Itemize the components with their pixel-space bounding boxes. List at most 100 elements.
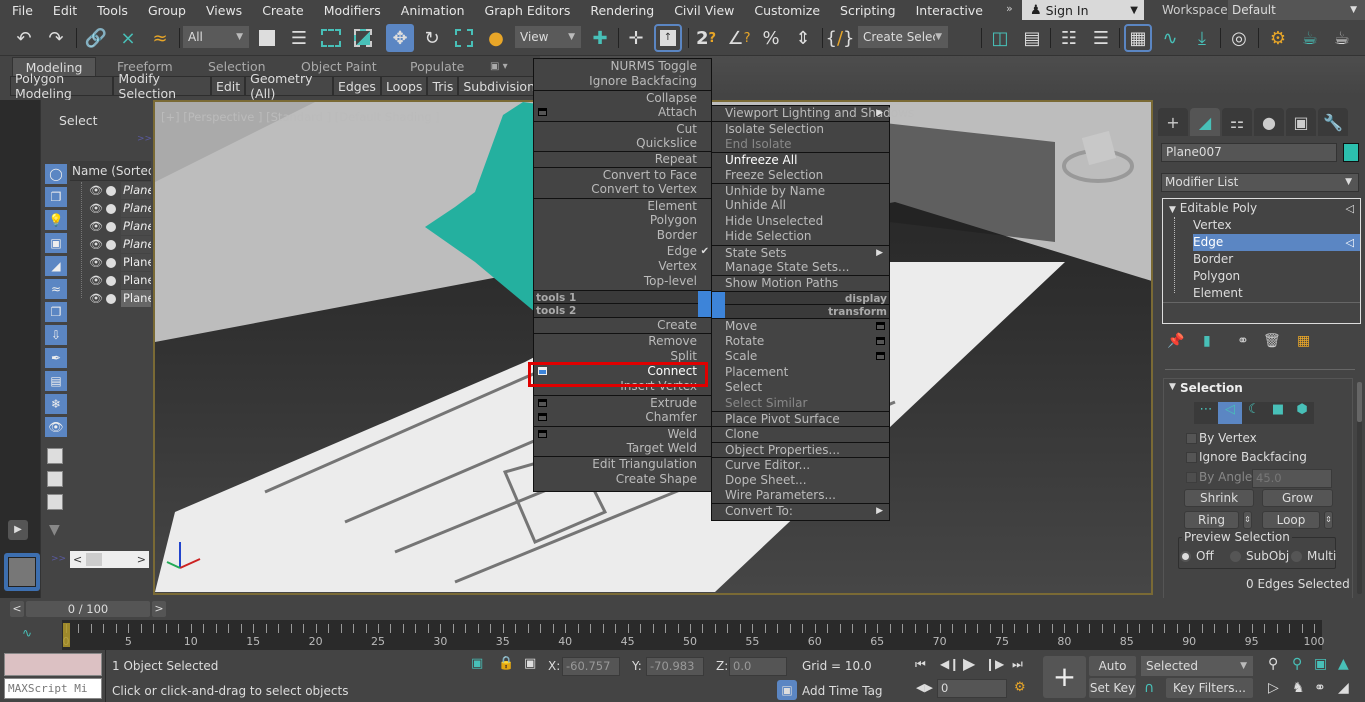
menu-customize[interactable]: Customize — [742, 3, 828, 18]
display-frozen-icon[interactable]: ❄ — [45, 394, 67, 414]
panel-modify-selection[interactable]: Modify Selection — [113, 71, 211, 101]
list-item[interactable]: 👁 Plane — [89, 272, 151, 289]
quad-menu-item-wire-parameters[interactable]: Wire Parameters... — [712, 488, 889, 503]
ribbon-toggle-icon[interactable]: ▦ — [1124, 24, 1152, 52]
display-geometry-icon[interactable]: ◯ — [45, 164, 67, 184]
quad-menu-item-collapse[interactable]: Collapse — [534, 89, 711, 105]
reference-coordinate-dropdown[interactable]: View ▼ — [515, 26, 581, 48]
quad-menu-item-show-motion-paths[interactable]: Show Motion Paths — [712, 275, 889, 290]
ring-spinner[interactable]: ⇕ — [1243, 511, 1252, 529]
stack-item-polygon[interactable]: Polygon — [1163, 268, 1360, 285]
key-mode-dropdown[interactable]: Selected ▼ — [1141, 656, 1253, 676]
menu-tools[interactable]: Tools — [85, 3, 136, 18]
object-name-field[interactable]: Plane007 — [1161, 143, 1337, 162]
panel-loops[interactable]: Loops — [380, 76, 428, 96]
quad-menu-item-create-shape[interactable]: Create Shape — [534, 472, 711, 487]
polygon-level-icon[interactable]: ■ — [1266, 402, 1290, 424]
list-item[interactable]: 👁 Plane — [89, 254, 151, 271]
menu-create[interactable]: Create — [250, 3, 312, 18]
quad-menu-item-freeze-selection[interactable]: Freeze Selection — [712, 168, 889, 183]
percent-snap-icon[interactable]: % — [757, 24, 785, 52]
maxscript-mini-listener[interactable]: MAXScript Mi — [4, 678, 102, 699]
add-time-tag-icon[interactable]: ▣ — [777, 680, 797, 700]
panel-scrollbar[interactable] — [1357, 382, 1362, 594]
layer-explorer-icon[interactable]: ☰ — [1087, 24, 1115, 52]
current-frame-spinner[interactable]: 0 — [937, 679, 1007, 698]
grow-button[interactable]: Grow — [1262, 489, 1333, 507]
select-and-rotate-icon[interactable]: ↻ — [418, 24, 446, 52]
quad-menu-item-curve-editor[interactable]: Curve Editor... — [712, 457, 889, 472]
freeze-icon[interactable] — [106, 293, 116, 304]
quad-menu-item-end-isolate[interactable]: End Isolate — [712, 137, 889, 152]
menu-modifiers[interactable]: Modifiers — [312, 3, 389, 18]
quad-menu-item-select-similar[interactable]: Select Similar — [712, 396, 889, 411]
render-production-icon[interactable]: ☕ — [1328, 24, 1356, 52]
y-coordinate-field[interactable]: -70.983 — [646, 657, 704, 676]
loop-button[interactable]: Loop — [1262, 511, 1320, 529]
ring-button[interactable]: Ring — [1184, 511, 1239, 529]
panel-edges[interactable]: Edges — [332, 76, 381, 96]
quad-menu-item-remove[interactable]: Remove — [534, 333, 711, 348]
edge-level-icon[interactable]: ◁ — [1218, 402, 1242, 424]
scene-explorer-icon[interactable]: ☷ — [1055, 24, 1083, 52]
menu-interactive[interactable]: Interactive — [904, 3, 991, 18]
menu-graph-editors[interactable]: Graph Editors — [473, 3, 579, 18]
filter-settings-icon[interactable]: ▼ — [49, 522, 60, 538]
align-icon[interactable]: ▤ — [1018, 24, 1046, 52]
quad-menu-item-convert-to-vertex[interactable]: Convert to Vertex — [534, 182, 711, 197]
zoom-extents-icon[interactable]: ▣ — [1314, 656, 1327, 672]
bind-space-warp-icon[interactable]: ≈ — [146, 24, 174, 52]
angle-snap-icon[interactable]: ∠? — [725, 24, 753, 52]
link-icon[interactable]: 🔗 — [82, 24, 110, 52]
current-frame-marker[interactable] — [63, 623, 70, 647]
stack-item-vertex[interactable]: Vertex — [1163, 217, 1360, 234]
go-to-end-icon[interactable]: ⏭ — [1012, 657, 1023, 672]
display-none-icon[interactable] — [47, 471, 63, 487]
quad-menu-item-extrude[interactable]: Extrude — [534, 394, 711, 410]
list-item[interactable]: 👁 Plane — [89, 236, 151, 253]
quad-menu-item-placement[interactable]: Placement — [712, 365, 889, 380]
prev-frame-button[interactable]: < — [10, 601, 24, 617]
ribbon-options-button[interactable]: ▣ ▾ — [480, 57, 518, 76]
panel-tris[interactable]: Tris — [427, 76, 459, 96]
scroll-left-icon[interactable]: < — [73, 553, 82, 566]
quad-menu-item-object-properties[interactable]: Object Properties... — [712, 441, 889, 457]
quad-menu-item-quickslice[interactable]: Quickslice — [534, 136, 711, 151]
auto-key-button[interactable]: Auto Key — [1089, 656, 1136, 693]
show-end-result-icon[interactable]: ▮ — [1203, 333, 1211, 349]
stack-item-edge[interactable]: Edge ◁ — [1193, 234, 1360, 251]
expand-panel-button[interactable]: ▶ — [8, 520, 28, 540]
freeze-icon[interactable] — [106, 203, 116, 214]
display-shapes-icon[interactable]: ❐ — [45, 187, 67, 207]
set-key-big-button[interactable]: + — [1043, 656, 1086, 698]
stack-item-editable-poly[interactable]: ▼ Editable Poly ◁ — [1163, 200, 1360, 217]
quad-menu-item-create[interactable]: Create — [534, 318, 711, 333]
ignore-backfacing-checkbox[interactable] — [1186, 452, 1197, 463]
display-all-icon[interactable] — [47, 448, 63, 464]
zoom-icon[interactable]: ⚲ — [1268, 656, 1278, 672]
selection-filter-dropdown[interactable]: All ▼ — [183, 26, 249, 48]
rollout-title[interactable]: Selection — [1180, 381, 1243, 395]
freeze-icon[interactable] — [106, 239, 116, 250]
settings-box-icon[interactable] — [876, 352, 885, 361]
quad-menu-item-edit-triangulation[interactable]: Edit Triangulation — [534, 456, 711, 471]
create-tab-icon[interactable]: + — [1158, 108, 1188, 136]
remove-modifier-icon[interactable]: 🗑 — [1263, 333, 1281, 349]
quad-menu-item-convert-to-face[interactable]: Convert to Face — [534, 166, 711, 182]
name-column-header[interactable]: Name (Sorted A — [70, 161, 151, 181]
list-item[interactable]: 👁 Plane — [89, 200, 151, 217]
z-coordinate-field[interactable]: 0.0 — [729, 657, 787, 676]
field-of-view-icon[interactable]: ▷ — [1268, 680, 1279, 696]
key-filters-button[interactable]: Key Filters... — [1166, 678, 1253, 698]
maximize-viewport-icon[interactable]: ◢ — [1338, 680, 1349, 696]
quad-menu-item-convert-to[interactable]: Convert To: ▶ — [712, 503, 889, 518]
spinner-snap-icon[interactable]: ⇕ — [789, 24, 817, 52]
freeze-icon[interactable] — [106, 275, 116, 286]
undo-icon[interactable]: ↶ — [10, 24, 38, 52]
quad-menu-item-border[interactable]: Border — [534, 228, 711, 243]
quad-menu-item-unhide-by-name[interactable]: Unhide by Name — [712, 182, 889, 198]
visibility-icon[interactable]: 👁 — [89, 274, 103, 287]
curve-editor-icon[interactable]: ∿ — [1156, 24, 1184, 52]
quad-menu-item-isolate-selection[interactable]: Isolate Selection — [712, 121, 889, 136]
by-vertex-checkbox[interactable] — [1186, 433, 1197, 444]
